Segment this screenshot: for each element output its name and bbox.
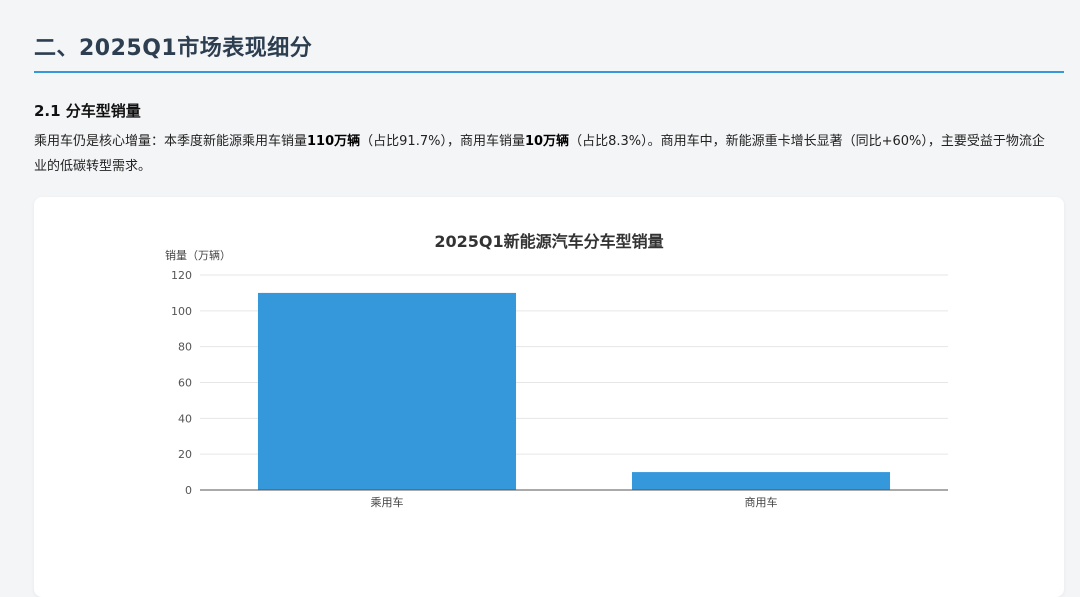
- x-tick-label: 乘用车: [371, 495, 404, 509]
- chart-title: 2025Q1新能源汽车分车型销量: [434, 232, 663, 251]
- passenger-sales-highlight: 110万辆: [307, 134, 361, 149]
- y-tick-label: 0: [185, 484, 192, 497]
- bars: [257, 292, 891, 490]
- bar-chart: 2025Q1新能源汽车分车型销量 销量（万辆） 020406080100120 …: [165, 232, 948, 509]
- bar-1[interactable]: [257, 292, 517, 490]
- y-tick-label: 20: [178, 448, 192, 461]
- report-page: 二、2025Q1市场表现细分 2.1 分车型销量 乘用车仍是核心增量：本季度新能…: [0, 0, 1080, 597]
- chart-card: 2025Q1新能源汽车分车型销量 销量（万辆） 0 20 40 60 80 100 120 …: [34, 197, 1064, 597]
- subsection-title: 2.1 分车型销量: [34, 102, 141, 120]
- y-axis-ticks: 0 20 40 60 80 100 120: [171, 269, 192, 497]
- y-tick-label: 80: [178, 341, 192, 354]
- section-title: 二、2025Q1市场表现细分: [34, 36, 313, 61]
- bar-2[interactable]: [631, 472, 891, 490]
- y-tick-label: 40: [178, 412, 192, 425]
- section-title-divider: [34, 71, 1064, 73]
- y-tick-label: 100: [171, 305, 192, 318]
- y-tick-label: 60: [178, 377, 192, 390]
- paragraph-text-1: 乘用车仍是核心增量：本季度新能源乘用车销量: [34, 134, 308, 149]
- paragraph-text-2: （占比91.7%），商用车销量: [360, 134, 525, 149]
- summary-paragraph: 乘用车仍是核心增量：本季度新能源乘用车销量110万辆（占比91.7%），商用车销…: [34, 129, 1054, 179]
- y-tick-label: 120: [171, 269, 192, 282]
- y-axis-label: 销量（万辆）: [165, 248, 231, 262]
- x-axis-ticks: 乘用车 商用车: [371, 495, 778, 509]
- x-tick-label: 商用车: [745, 495, 778, 509]
- commercial-sales-highlight: 10万辆: [524, 134, 570, 149]
